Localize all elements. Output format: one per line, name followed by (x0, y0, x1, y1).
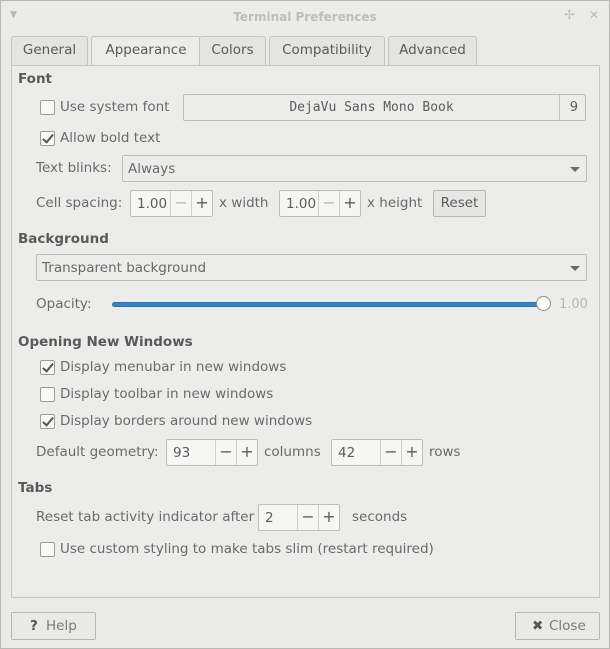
rows-value: 42 (338, 445, 356, 461)
tabs-heading: Tabs (18, 480, 53, 496)
cell-width-value: 1.00 (137, 196, 168, 212)
opacity-value: 1.00 (559, 297, 588, 312)
background-heading: Background (18, 231, 109, 247)
display-menubar-label: Display menubar in new windows (60, 359, 287, 375)
display-toolbar-label: Display toolbar in new windows (60, 386, 274, 402)
font-chooser-button[interactable]: DejaVu Sans Mono Book 9 (183, 94, 586, 121)
columns-unit: columns (264, 444, 321, 460)
columns-value: 93 (173, 445, 191, 461)
tab-colors[interactable]: Colors (199, 36, 266, 66)
increment-button[interactable]: + (339, 191, 360, 216)
font-size: 9 (569, 100, 578, 115)
decrement-button[interactable]: − (297, 505, 318, 530)
cell-spacing-label: Cell spacing: (36, 195, 123, 211)
increment-button[interactable]: + (401, 440, 422, 465)
tab-general[interactable]: General (11, 36, 88, 66)
window-title: Terminal Preferences (233, 10, 377, 24)
allow-bold-checkbox[interactable] (40, 131, 55, 146)
font-chooser-divider (559, 95, 560, 120)
new-windows-heading: Opening New Windows (18, 334, 193, 350)
decrement-button[interactable]: − (215, 440, 236, 465)
title-bar[interactable]: ▼ Terminal Preferences ✢ ✕ (1, 1, 609, 33)
close-button-label: Close (549, 618, 586, 634)
background-type-value: Transparent background (42, 260, 207, 276)
slim-tabs-checkbox[interactable] (40, 542, 55, 557)
tab-appearance[interactable]: Appearance (91, 36, 201, 67)
chevron-down-icon (570, 266, 580, 271)
reset-indicator-label: Reset tab activity indicator after (36, 509, 255, 525)
rows-spinner[interactable]: 42 − + (331, 439, 423, 466)
pin-icon[interactable]: ✢ (564, 8, 575, 23)
default-geometry-label: Default geometry: (36, 444, 159, 460)
seconds-unit: seconds (352, 509, 408, 525)
reset-spacing-button[interactable]: Reset (433, 190, 486, 217)
display-toolbar-checkbox[interactable] (40, 387, 55, 402)
increment-button[interactable]: + (236, 440, 257, 465)
text-blinks-value: Always (128, 161, 176, 177)
decrement-button[interactable]: − (318, 191, 339, 216)
tab-advanced[interactable]: Advanced (388, 36, 477, 66)
help-button-label: Help (46, 618, 77, 634)
increment-button[interactable]: + (191, 191, 212, 216)
cell-height-unit: x height (367, 195, 423, 211)
columns-spinner[interactable]: 93 − + (166, 439, 258, 466)
use-system-font-checkbox[interactable] (40, 100, 55, 115)
use-system-font-label: Use system font (60, 99, 170, 115)
preferences-window: ▼ Terminal Preferences ✢ ✕ General Appea… (0, 0, 610, 649)
allow-bold-label: Allow bold text (60, 130, 161, 146)
font-heading: Font (18, 71, 53, 87)
display-borders-checkbox[interactable] (40, 414, 55, 429)
increment-button[interactable]: + (318, 505, 339, 530)
slim-tabs-label: Use custom styling to make tabs slim (re… (60, 541, 434, 557)
seconds-spinner[interactable]: 2 − + (258, 504, 340, 531)
chevron-down-icon (570, 167, 580, 172)
cell-height-spinner[interactable]: 1.00 − + (279, 190, 361, 217)
help-icon: ? (30, 618, 38, 634)
rows-unit: rows (429, 444, 461, 460)
decrement-button[interactable]: − (380, 440, 401, 465)
close-button[interactable]: ✖ Close (515, 612, 600, 640)
tab-compatibility[interactable]: Compatibility (269, 36, 385, 66)
cell-width-spinner[interactable]: 1.00 − + (130, 190, 213, 217)
font-name: DejaVu Sans Mono Book (289, 100, 454, 115)
seconds-value: 2 (265, 510, 274, 526)
opacity-slider-handle[interactable] (536, 296, 551, 311)
opacity-slider-track[interactable] (112, 302, 549, 307)
text-blinks-label: Text blinks: (36, 160, 112, 176)
background-type-combo[interactable]: Transparent background (36, 254, 587, 281)
cell-height-value: 1.00 (286, 196, 317, 212)
window-close-icon[interactable]: ✕ (589, 8, 599, 22)
display-borders-label: Display borders around new windows (60, 413, 313, 429)
close-icon: ✖ (532, 618, 544, 634)
display-menubar-checkbox[interactable] (40, 360, 55, 375)
cell-width-unit: x width (219, 195, 269, 211)
help-button[interactable]: ? Help (11, 612, 96, 640)
text-blinks-combo[interactable]: Always (122, 155, 587, 182)
decrement-button[interactable]: − (170, 191, 191, 216)
opacity-slider-fill (113, 303, 548, 306)
opacity-label: Opacity: (36, 296, 92, 312)
